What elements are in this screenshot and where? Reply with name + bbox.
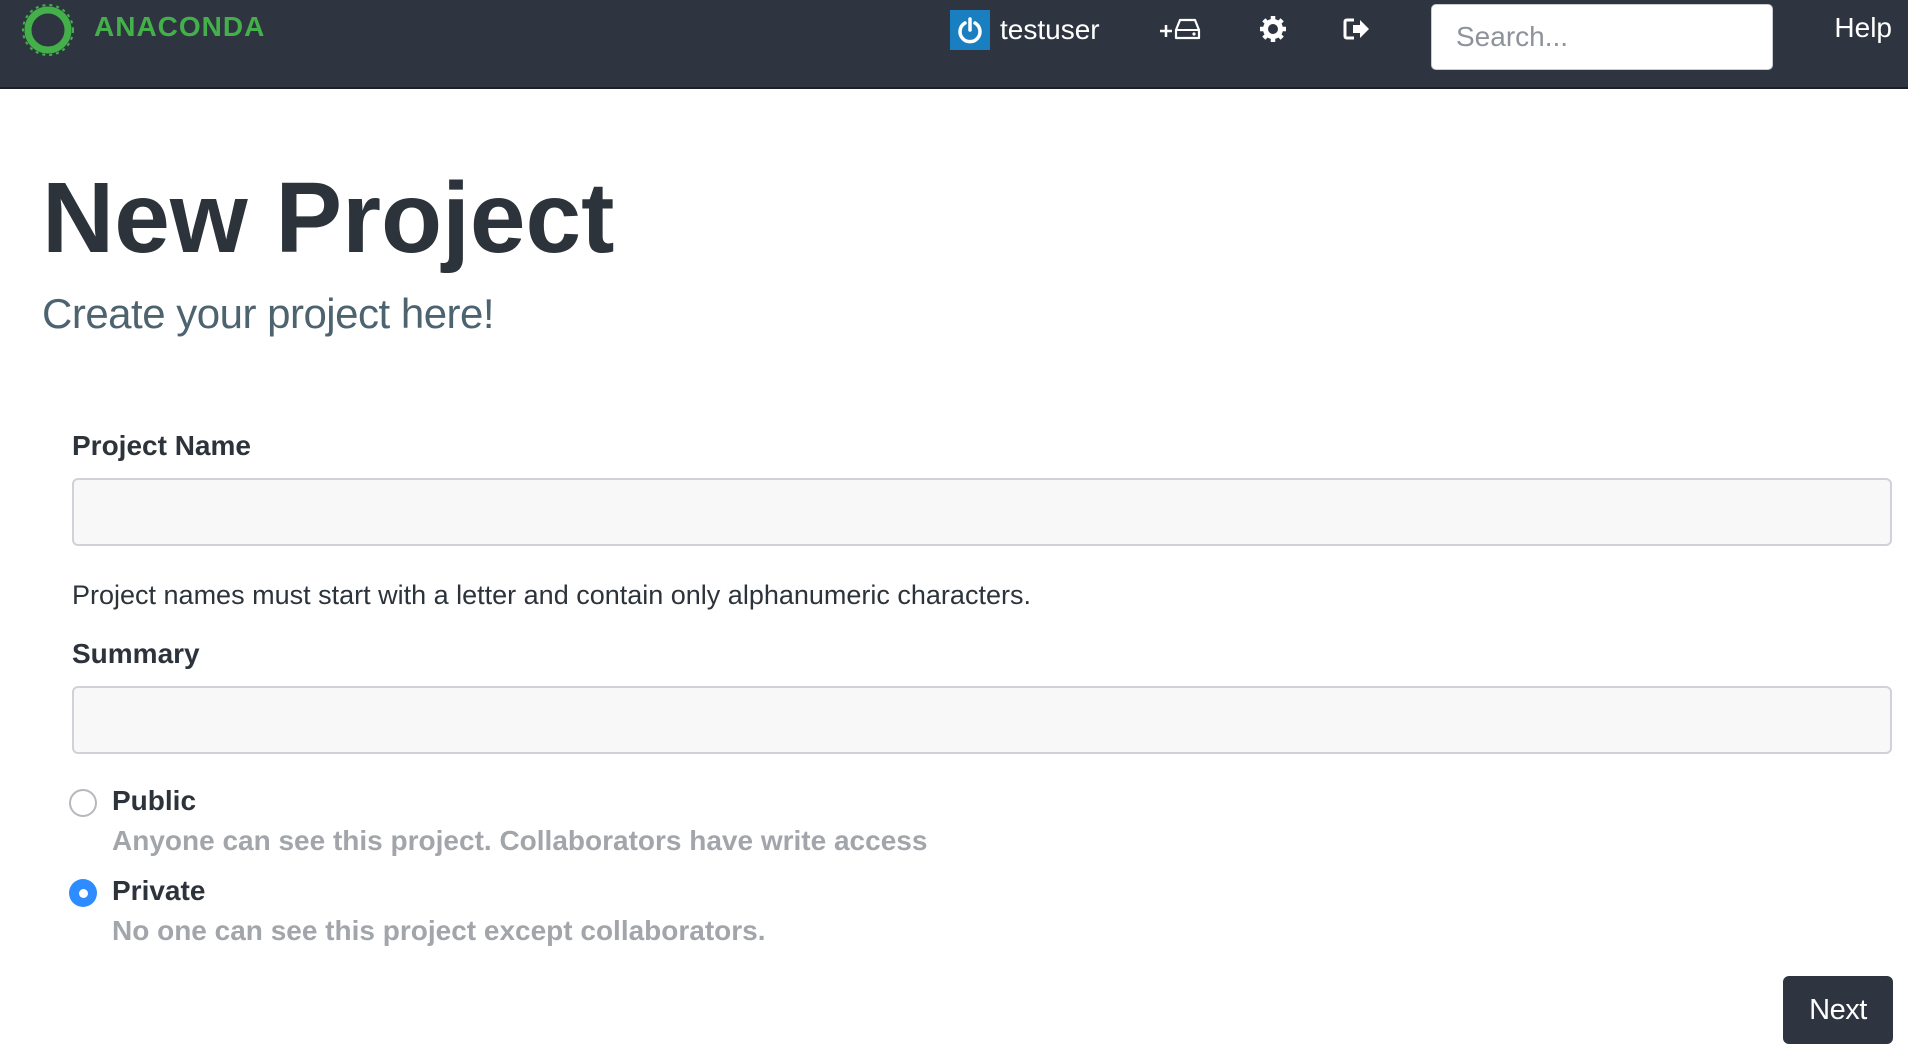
summary-field[interactable]	[72, 686, 1892, 754]
anaconda-logo[interactable]: ANACONDA	[20, 2, 265, 58]
settings-button[interactable]	[1259, 15, 1287, 43]
page-subtitle: Create your project here!	[42, 290, 495, 337]
add-drive-button[interactable]	[1158, 14, 1202, 44]
power-icon	[958, 17, 982, 44]
radio-selected-dot	[78, 888, 88, 898]
sign-out-icon	[1343, 18, 1369, 40]
next-button[interactable]: Next	[1783, 976, 1893, 1044]
brand-name: ANACONDA	[94, 11, 266, 42]
search-input[interactable]	[1431, 4, 1773, 70]
avatar	[950, 10, 990, 50]
page-title: New Project	[42, 162, 615, 274]
anaconda-ring-logo-icon	[22, 4, 74, 56]
user-menu[interactable]: testuser	[950, 10, 1100, 50]
summary-label: Summary	[72, 638, 200, 669]
username: testuser	[1000, 14, 1100, 45]
private-description: No one can see this project except colla…	[112, 915, 766, 946]
project-name-help-text: Project names must start with a letter a…	[72, 580, 1031, 610]
private-label: Private	[112, 875, 206, 906]
project-name-field[interactable]	[72, 478, 1892, 546]
private-radio[interactable]	[69, 879, 97, 907]
help-link[interactable]: Help	[1834, 12, 1892, 44]
top-navbar: ANACONDA testuser Search... Help	[0, 0, 1908, 89]
public-radio[interactable]	[69, 789, 97, 817]
gear-icon	[1260, 16, 1286, 42]
public-description: Anyone can see this project. Collaborato…	[112, 825, 928, 856]
logout-button[interactable]	[1342, 15, 1372, 43]
project-name-label: Project Name	[72, 430, 251, 461]
add-drive-icon	[1160, 18, 1201, 40]
public-label: Public	[112, 785, 197, 816]
